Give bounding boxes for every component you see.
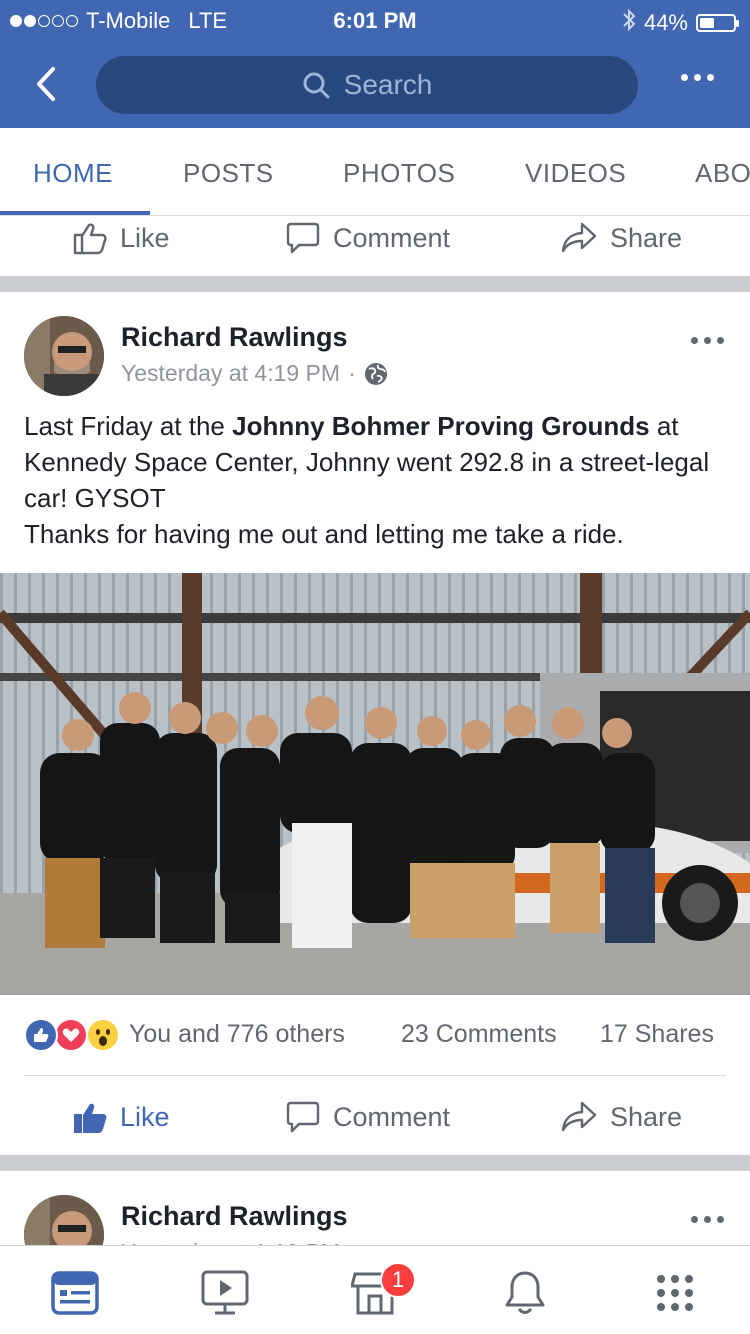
- bluetooth-icon: [622, 8, 636, 38]
- share-icon: [560, 1100, 598, 1134]
- post-text-bold[interactable]: Johnny Bohmer Proving Grounds: [232, 411, 649, 441]
- tab-posts[interactable]: POSTS: [183, 158, 274, 189]
- comment-icon: [285, 221, 321, 255]
- reaction-count[interactable]: You and 776 others: [129, 1020, 345, 1049]
- post-more-options-icon[interactable]: [691, 337, 724, 344]
- tab-photos[interactable]: PHOTOS: [343, 158, 455, 189]
- comment-button[interactable]: Comment: [285, 1086, 450, 1148]
- comments-count[interactable]: 23 Comments: [401, 1020, 557, 1049]
- top-bar: T-Mobile LTE 6:01 PM 44% Search: [0, 0, 750, 128]
- meta-separator: ·: [348, 360, 356, 386]
- like-reaction-icon: [24, 1018, 58, 1052]
- post-text-part1: Last Friday at the: [24, 411, 233, 441]
- search-placeholder: Search: [343, 69, 433, 100]
- notifications-icon[interactable]: [500, 1268, 550, 1318]
- battery-icon: [696, 14, 739, 32]
- like-button[interactable]: Like: [72, 1086, 170, 1148]
- marketplace-badge: 1: [380, 1262, 416, 1298]
- tab-videos[interactable]: VIDEOS: [525, 158, 626, 189]
- group-photo-image: [0, 573, 750, 995]
- post-actions: Like Comment Share: [0, 1086, 750, 1148]
- post-text-line2: Thanks for having me out and letting me …: [24, 519, 624, 549]
- prev-comment-label: Comment: [333, 222, 451, 253]
- prev-share-label: Share: [610, 222, 683, 253]
- shares-count[interactable]: 17 Shares: [600, 1020, 714, 1049]
- post-meta: Yesterday at 4:19 PM ·: [121, 360, 388, 387]
- share-button[interactable]: Share: [560, 1086, 682, 1148]
- status-bar: T-Mobile LTE 6:01 PM 44%: [0, 0, 750, 40]
- reactions-summary[interactable]: [24, 1018, 122, 1052]
- news-feed-icon[interactable]: [50, 1268, 100, 1318]
- back-button[interactable]: [26, 62, 66, 106]
- feed-separator: [0, 1155, 750, 1171]
- next-author-name[interactable]: Richard Rawlings: [121, 1201, 348, 1232]
- search-icon: [302, 71, 330, 99]
- author-avatar[interactable]: [24, 316, 104, 396]
- like-label: Like: [120, 1101, 170, 1132]
- chevron-left-icon: [37, 67, 55, 101]
- watch-icon[interactable]: [200, 1268, 250, 1318]
- feed-separator: [0, 276, 750, 292]
- bottom-nav: 1: [0, 1245, 750, 1334]
- post-stats: You and 776 others 23 Comments 17 Shares: [0, 1012, 750, 1058]
- prev-post-actions: Like Comment Share: [0, 207, 750, 269]
- nav-bar: Search: [0, 52, 750, 116]
- battery-percent: 44%: [643, 10, 688, 35]
- prev-like-button[interactable]: Like: [72, 207, 170, 269]
- love-reaction-icon: [54, 1018, 88, 1052]
- search-bar[interactable]: Search: [96, 56, 638, 114]
- page-tabs: HOME POSTS PHOTOS VIDEOS ABO: [0, 128, 750, 216]
- thumbs-up-outline-icon: [72, 221, 108, 255]
- comment-icon: [285, 1100, 321, 1134]
- globe-icon: [364, 362, 388, 386]
- prev-like-label: Like: [120, 222, 170, 253]
- thumbs-up-filled-icon: [72, 1100, 108, 1134]
- tab-home[interactable]: HOME: [33, 158, 113, 189]
- next-post-more-options-icon[interactable]: [691, 1216, 724, 1223]
- post-text: Last Friday at the Johnny Bohmer Proving…: [24, 408, 724, 552]
- prev-comment-button[interactable]: Comment: [285, 207, 450, 269]
- stats-divider: [24, 1075, 726, 1076]
- tab-about[interactable]: ABO: [695, 158, 750, 189]
- post-timestamp[interactable]: Yesterday at 4:19 PM: [121, 360, 340, 387]
- share-icon: [560, 221, 598, 255]
- prev-share-button[interactable]: Share: [560, 207, 682, 269]
- share-label: Share: [610, 1101, 683, 1132]
- post-photo[interactable]: [0, 573, 750, 995]
- status-right: 44%: [622, 8, 739, 38]
- menu-icon[interactable]: [650, 1268, 700, 1318]
- more-options-icon[interactable]: [681, 74, 714, 81]
- author-name[interactable]: Richard Rawlings: [121, 322, 348, 353]
- comment-label: Comment: [333, 1101, 451, 1132]
- wow-reaction-icon: [86, 1018, 120, 1052]
